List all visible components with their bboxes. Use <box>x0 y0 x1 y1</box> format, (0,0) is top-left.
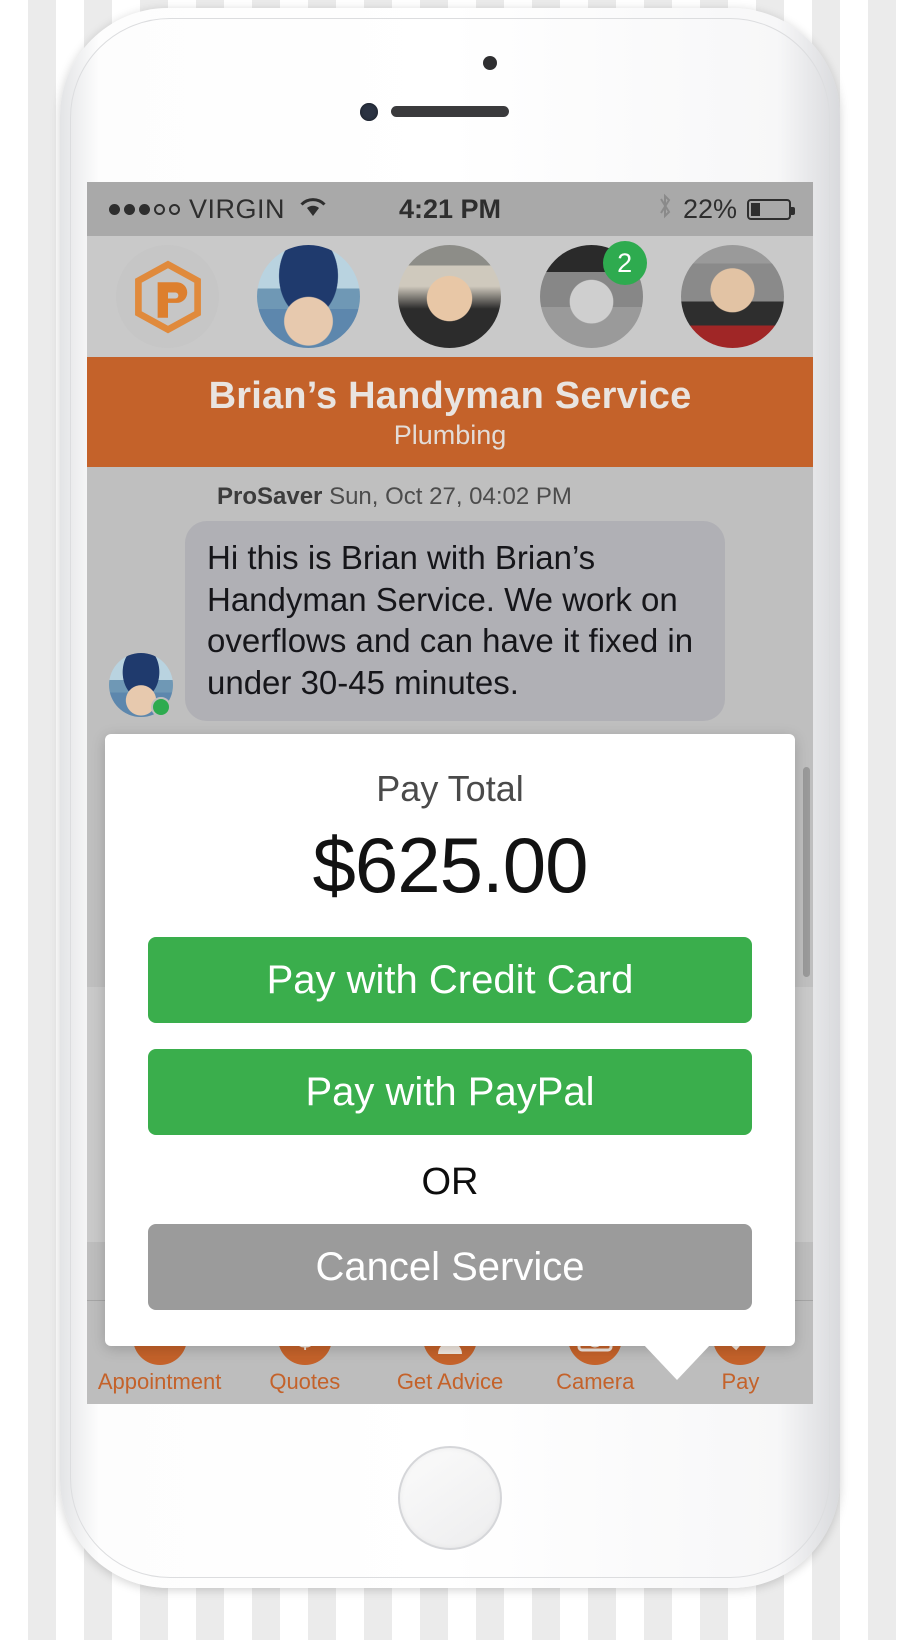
earpiece-speaker <box>391 106 509 117</box>
battery-icon <box>747 198 795 220</box>
proximity-sensor-icon <box>483 56 497 70</box>
scrollbar[interactable] <box>803 767 810 977</box>
pay-modal: Pay Total $625.00 Pay with Credit Card P… <box>105 734 795 1380</box>
front-camera-icon <box>360 103 378 121</box>
unread-badge: 2 <box>602 241 647 285</box>
page-title: Brian’s Handyman Service <box>208 375 692 417</box>
bluetooth-icon <box>657 193 673 226</box>
cancel-service-button[interactable]: Cancel Service <box>148 1224 752 1310</box>
list-item[interactable] <box>680 245 784 348</box>
logo-circle <box>116 245 220 348</box>
message-timestamp: Sun, Oct 27, 04:02 PM <box>329 483 572 510</box>
or-divider-label: OR <box>421 1161 479 1203</box>
home-button[interactable] <box>398 1446 502 1550</box>
business-category: Plumbing <box>393 420 507 450</box>
modal-pointer-tail <box>643 1344 711 1380</box>
avatar <box>398 245 502 348</box>
wifi-icon <box>298 194 328 225</box>
pay-with-paypal-button[interactable]: Pay with PayPal <box>148 1049 752 1135</box>
business-header: Brian’s Handyman Service Plumbing <box>87 357 813 467</box>
status-bar-right: 22% <box>657 193 795 226</box>
avatar <box>109 653 173 718</box>
prosaver-logo[interactable] <box>116 245 220 348</box>
battery-percent-label: 22% <box>682 193 737 224</box>
carrier-label: VIRGIN <box>189 193 286 224</box>
phone-device: VIRGIN 4:21 PM 22% 2 Brian’s Handyman Se… <box>60 8 840 1588</box>
pay-amount-value: $625.00 <box>312 821 589 909</box>
status-bar: VIRGIN 4:21 PM 22% <box>87 182 813 236</box>
tab-label: Appointment <box>97 1368 222 1394</box>
avatar <box>257 245 361 348</box>
message-sender: ProSaver <box>217 483 323 510</box>
list-item[interactable] <box>398 245 502 348</box>
contacts-avatar-strip: 2 <box>87 236 813 357</box>
signal-strength-icon <box>109 203 180 215</box>
status-bar-left: VIRGIN <box>109 194 328 225</box>
hexagon-p-icon <box>134 260 201 333</box>
list-item[interactable]: 2 <box>539 241 647 348</box>
message-row-incoming: Hi this is Brian with Brian’s Handyman S… <box>109 521 791 722</box>
pay-total-label: Pay Total <box>376 768 524 809</box>
online-status-icon <box>151 697 171 718</box>
message-bubble-incoming: Hi this is Brian with Brian’s Handyman S… <box>185 521 725 722</box>
avatar <box>680 245 784 348</box>
pay-with-credit-card-button[interactable]: Pay with Credit Card <box>148 937 752 1023</box>
phone-screen: VIRGIN 4:21 PM 22% 2 Brian’s Handyman Se… <box>87 182 813 1404</box>
tab-label: Quotes <box>269 1368 341 1394</box>
message-meta: ProSaver Sun, Oct 27, 04:02 PM <box>217 483 791 511</box>
tab-label: Get Advice <box>396 1368 504 1394</box>
list-item[interactable] <box>257 245 361 348</box>
